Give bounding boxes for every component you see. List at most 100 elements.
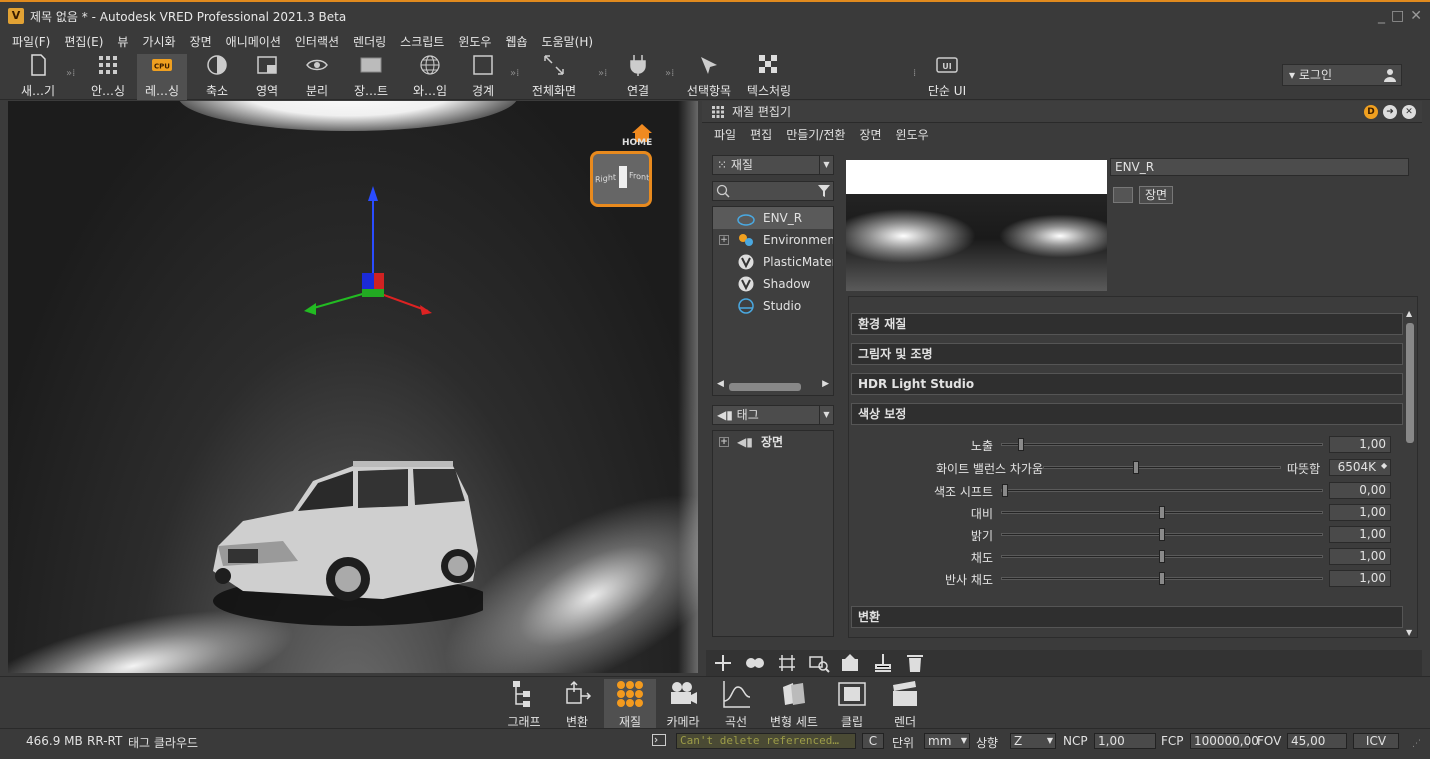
render-viewport[interactable]: HOME Right Front [8,101,698,673]
slider-knob[interactable] [1159,528,1165,541]
resize-grip-icon[interactable]: ⋰ [1412,739,1421,749]
tree-item-shadow[interactable]: Shadow [713,273,833,295]
tag-filter-combo[interactable]: ◀▮ 태그 ▼ [712,405,834,425]
spin-arrows-icon[interactable]: ◆ [1381,461,1387,470]
brightness-slider[interactable] [1001,528,1323,541]
slider-knob[interactable] [1002,484,1008,497]
antialiasing-button[interactable]: 안…싱 [83,54,133,99]
tree-item-env-r[interactable]: ENV_R [713,207,833,229]
terminal-message[interactable]: Can't delete referenced… [676,733,856,749]
dock-curves[interactable]: 곡선 [710,679,762,730]
cube-front-face[interactable]: Front [629,171,649,183]
hue-shift-slider[interactable] [1001,484,1323,497]
slider-knob[interactable] [1159,550,1165,563]
simple-ui-button[interactable]: UI 단순 UI [922,54,972,99]
section-transform[interactable]: 변환 [851,606,1403,628]
dock-material[interactable]: 재질 [604,679,656,729]
section-hdr-light-studio[interactable]: HDR Light Studio [851,373,1403,395]
fcp-input[interactable]: 100000,00 [1190,733,1259,749]
icv-button[interactable]: ICV [1353,733,1399,749]
scroll-down-icon[interactable]: ▼ [1406,628,1412,637]
tree-item-environments[interactable]: + Environments [713,229,833,251]
material-filter-combo[interactable]: ⁙ 재질 ▼ [712,155,834,175]
exposure-value[interactable]: 1,00 [1329,436,1391,453]
scroll-left-icon[interactable]: ◀ [717,379,724,389]
car-model[interactable] [203,451,483,631]
transform-gizmo[interactable] [298,181,438,321]
expand-icon[interactable]: + [719,235,729,245]
menu-edit[interactable]: 편집(E) [64,33,103,50]
hue-shift-value[interactable]: 0,00 [1329,482,1391,499]
slider-knob[interactable] [1018,438,1024,451]
up-axis-select[interactable]: Z ▼ [1010,733,1056,749]
menu-file[interactable]: 파일(F) [12,33,50,50]
me-menu-create[interactable]: 만들기/전환 [786,126,845,143]
assign-material-icon[interactable] [840,653,862,673]
material-name-field[interactable]: ENV_R [1110,158,1409,176]
close-button[interactable]: ✕ [1410,8,1422,24]
clear-button[interactable]: C [862,733,884,749]
clean-up-icon[interactable] [872,653,894,673]
menu-window[interactable]: 윈도우 [458,33,491,50]
menu-scene[interactable]: 장면 [190,33,212,50]
section-environment-material[interactable]: 환경 재질 [851,313,1403,335]
slider-knob[interactable] [1133,461,1139,474]
duplicate-spheres-icon[interactable] [744,653,766,673]
add-tag-icon[interactable] [1113,187,1133,203]
unit-select[interactable]: mm ▼ [924,733,970,749]
login-dropdown[interactable]: ▾ 로그인 [1282,64,1402,86]
contrast-slider[interactable] [1001,506,1323,519]
tree-item-plastic-material[interactable]: PlasticMateria [713,251,833,273]
menu-view[interactable]: 뷰 [117,33,128,50]
exposure-slider[interactable] [1001,438,1323,451]
slider-knob[interactable] [1159,572,1165,585]
material-tree[interactable]: ENV_R + Environments PlasticMateria Shad… [712,206,834,396]
panel-grip-icon[interactable] [712,105,724,118]
terminal-icon[interactable] [652,734,666,746]
material-search-input[interactable] [712,181,834,201]
dock-transform[interactable]: 변환 [551,679,603,730]
new-button[interactable]: 새…기 [13,54,63,99]
fullscreen-button[interactable]: 전체화면 [522,54,586,99]
reflection-saturation-value[interactable]: 1,00 [1329,570,1391,587]
me-menu-edit[interactable]: 편집 [750,126,772,143]
dock-toggle-icon[interactable]: D [1364,105,1378,119]
menu-animation[interactable]: 애니메이션 [226,33,281,50]
expand-icon[interactable]: + [719,437,729,447]
zoom-out-button[interactable]: 축소 [192,54,242,99]
undock-arrow-icon[interactable]: ➜ [1383,105,1397,119]
connect-button[interactable]: 연결 [613,54,663,99]
scroll-right-icon[interactable]: ▶ [822,379,829,389]
region-button[interactable]: 영역 [242,54,292,99]
contrast-value[interactable]: 1,00 [1329,504,1391,521]
maximize-button[interactable]: □ [1391,8,1404,24]
tree-item-studio[interactable]: Studio [713,295,833,317]
saturation-slider[interactable] [1001,550,1323,563]
me-menu-file[interactable]: 파일 [714,126,736,143]
texturing-button[interactable]: 텍스처링 [742,54,796,99]
dock-render[interactable]: 렌더 [879,679,931,730]
dock-camera[interactable]: 카메라 [657,679,709,730]
render-mode-button[interactable]: CPU 레…싱 [137,54,187,100]
dock-variant-sets[interactable]: 변형 세트 [763,679,825,730]
saturation-value[interactable]: 1,00 [1329,548,1391,565]
filter-funnel-icon[interactable] [817,184,831,198]
section-shadow-lighting[interactable]: 그림자 및 조명 [851,343,1403,365]
menu-visualization[interactable]: 가시화 [142,33,175,50]
close-panel-icon[interactable]: ✕ [1402,105,1416,119]
tag-tree[interactable]: + ◀▮ 장면 [712,430,834,637]
selection-button[interactable]: 선택항목 [678,54,740,99]
ncp-input[interactable]: 1,00 [1094,733,1156,749]
wireframe-button[interactable]: 와…임 [405,54,455,99]
add-icon[interactable] [712,653,734,673]
tag-cloud-link[interactable]: 태그 클라우드 [128,734,198,751]
brightness-value[interactable]: 1,00 [1329,526,1391,543]
material-tag-chip[interactable]: 장면 [1139,186,1174,204]
scroll-thumb[interactable] [1406,323,1414,443]
trash-icon[interactable] [904,653,926,673]
menu-rendering[interactable]: 렌더링 [353,33,386,50]
slider-knob[interactable] [1159,506,1165,519]
menu-script[interactable]: 스크립트 [400,33,444,50]
scroll-thumb[interactable] [729,383,801,391]
isolate-button[interactable]: 분리 [292,54,342,99]
